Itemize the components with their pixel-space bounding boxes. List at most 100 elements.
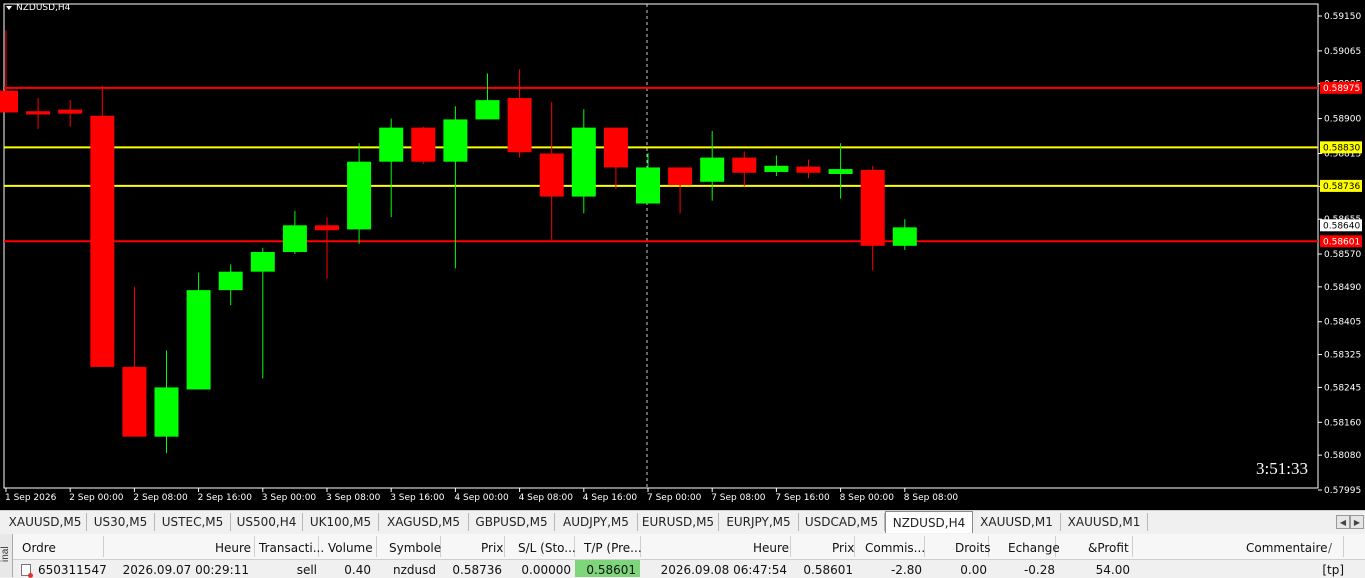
column-separator[interactable] (504, 536, 505, 557)
terminal-side-tab[interactable]: inal (0, 534, 13, 577)
col-prix-close[interactable]: Prix (832, 541, 854, 555)
chart-tab[interactable]: USDCAD,M5 (799, 513, 885, 531)
chart-tab[interactable]: NZDUSD,H4 (885, 511, 973, 533)
cell-prix-close: 0.58601 (803, 563, 853, 577)
chart-tab[interactable]: UK100,M5 (303, 513, 379, 531)
chart-tab[interactable]: XAUUSD,M1 (1061, 513, 1148, 531)
cell-heure: 2026.09.07 00:29:11 (122, 563, 249, 577)
candle-body (443, 119, 468, 162)
candle-body (860, 169, 885, 246)
x-tick-label: 2 Sep 16:00 (198, 493, 253, 503)
x-tick-label: 1 Sep 2026 (5, 493, 57, 503)
col-volume[interactable]: Volume (328, 541, 373, 555)
col-echange[interactable]: Echange (1008, 541, 1060, 555)
cell-echange: -0.28 (1023, 563, 1055, 577)
sell-order-icon (21, 564, 33, 578)
cell-type: sell (296, 563, 317, 577)
candle-body (571, 127, 596, 197)
dropdown-triangle-icon[interactable] (6, 5, 12, 10)
y-tick-label: 0.58405 (1324, 318, 1361, 328)
candle-body (379, 127, 404, 162)
col-commission[interactable]: Commis... (865, 541, 925, 555)
x-tick-label: 8 Sep 00:00 (840, 493, 895, 503)
chart-tab[interactable]: AUDJPY,M5 (555, 513, 638, 531)
x-tick-label: 7 Sep 16:00 (775, 493, 830, 503)
cell-symbole: nzdusd (393, 563, 436, 577)
y-tick-label: 0.58245 (1324, 383, 1361, 393)
candle-body (58, 109, 83, 114)
x-tick-label: 3 Sep 00:00 (262, 493, 317, 503)
candle-body (347, 161, 372, 230)
level-price-label: 0.58736 (1323, 182, 1360, 192)
col-tp[interactable]: T/P (Pre... (584, 541, 642, 555)
cell-ordre: 650311547 (38, 563, 107, 577)
x-tick-label: 4 Sep 08:00 (519, 493, 574, 503)
x-tick-label: 7 Sep 00:00 (647, 493, 702, 503)
chart-tab[interactable]: US30,M5 (87, 513, 155, 531)
col-droits[interactable]: Droits (955, 541, 991, 555)
chart-symbol-label: NZDUSD,H4 (16, 3, 71, 13)
x-tick-label: 2 Sep 00:00 (69, 493, 124, 503)
column-separator[interactable] (1343, 536, 1344, 557)
x-tick-label: 8 Sep 08:00 (904, 493, 959, 503)
y-tick-label: 0.58570 (1324, 250, 1361, 260)
price-chart[interactable]: 0.591500.590650.589850.589000.588150.587… (0, 0, 1365, 510)
current-price-label: 0.58640 (1323, 221, 1360, 231)
x-tick-label: 4 Sep 16:00 (583, 493, 638, 503)
tab-scroll-left-icon[interactable]: ◀ (1336, 515, 1350, 529)
col-heure-close[interactable]: Heure (753, 541, 789, 555)
col-transaction[interactable]: Transacti... (259, 541, 324, 555)
candle-body (507, 98, 532, 153)
candle-body (315, 225, 339, 231)
candle-body (0, 90, 18, 113)
chart-tabs-bar: XAUUSD,M5 US30,M5 USTEC,M5 US500,H4 UK100,M5… (0, 510, 1365, 533)
candle-body (90, 115, 115, 367)
col-commentaire[interactable]: Commentaire (1246, 541, 1328, 555)
col-ordre[interactable]: Ordre (22, 541, 56, 555)
candle-body (250, 251, 275, 272)
y-tick-label: 0.59150 (1324, 12, 1361, 22)
cell-volume: 0.40 (344, 563, 371, 577)
candle-body (668, 167, 693, 186)
candle-body (828, 169, 853, 174)
candle-body (154, 387, 179, 437)
col-profit[interactable]: &Profit (1088, 541, 1129, 555)
candle-body (603, 127, 628, 168)
chart-tab[interactable]: XAUUSD,M1 (973, 513, 1061, 531)
chart-tab[interactable]: US500,H4 (231, 513, 303, 531)
chart-tab[interactable]: XAGUSD,M5 (379, 513, 469, 531)
y-tick-label: 0.58160 (1324, 418, 1361, 428)
column-separator[interactable] (376, 536, 377, 557)
candle-body (122, 366, 147, 437)
level-price-label: 0.58975 (1323, 84, 1360, 94)
chart-tab[interactable]: EURUSD,M5 (638, 513, 719, 531)
cell-tp: 0.58601 (586, 563, 636, 577)
column-separator[interactable] (1132, 536, 1133, 557)
col-symbole[interactable]: Symbole (389, 541, 441, 555)
chart-tab[interactable]: GBPUSD,M5 (469, 513, 555, 531)
chart-tab[interactable]: XAUUSD,M5 (4, 513, 87, 531)
cell-profit: 54.00 (1095, 563, 1130, 577)
chart-tab[interactable]: USTEC,M5 (155, 513, 231, 531)
candle-body (186, 290, 211, 390)
cell-sl: 0.00000 (521, 563, 571, 577)
candle-body (218, 271, 243, 291)
plot-frame (3, 3, 1319, 489)
col-heure[interactable]: Heure (215, 541, 251, 555)
column-separator[interactable] (103, 536, 104, 557)
col-prix[interactable]: Prix (481, 541, 503, 555)
cell-prix: 0.58736 (452, 563, 502, 577)
chart-tab[interactable]: EURJPY,M5 (719, 513, 799, 531)
y-tick-label: 0.57995 (1324, 486, 1361, 496)
cell-commission: -2.80 (890, 563, 922, 577)
tab-scroll-right-icon[interactable]: ▶ (1350, 515, 1364, 529)
column-separator[interactable] (790, 536, 791, 557)
y-tick-label: 0.58080 (1324, 451, 1361, 461)
column-separator[interactable] (254, 536, 255, 557)
candle-body (732, 157, 757, 173)
col-sl[interactable]: S/L (Sto... (518, 541, 576, 555)
chart-window[interactable]: 0.591500.590650.589850.589000.588150.587… (0, 0, 1365, 510)
y-tick-label: 0.59065 (1324, 47, 1361, 57)
candle-body (892, 227, 917, 246)
level-price-label: 0.58830 (1323, 143, 1360, 153)
